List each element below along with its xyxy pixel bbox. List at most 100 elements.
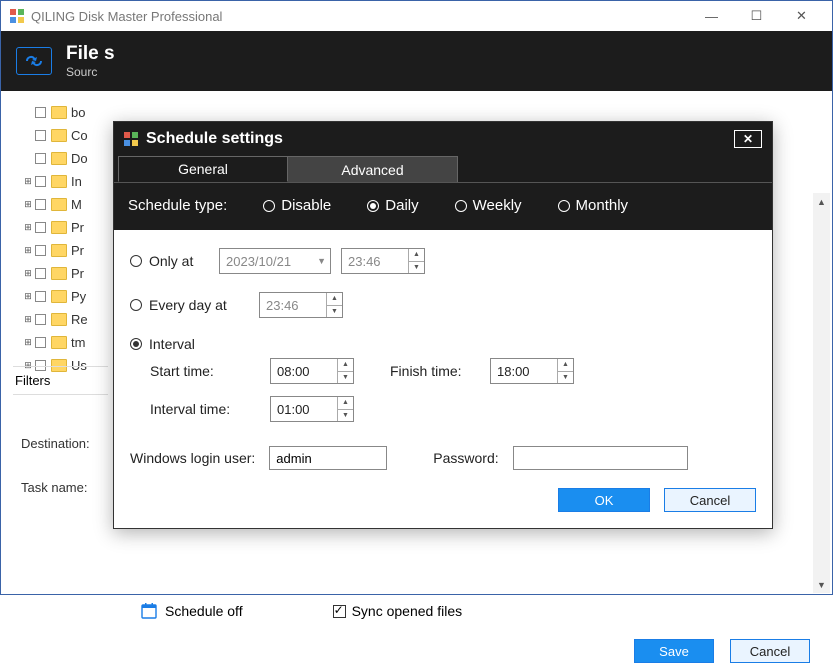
finish-time-spinner[interactable]: 18:00▲▼ [490,358,574,384]
cancel-button[interactable]: Cancel [730,639,810,663]
expand-icon[interactable]: ⊞ [21,268,35,279]
tree-checkbox[interactable] [35,314,46,325]
tree-item-label: tm [71,335,85,350]
app-title: QILING Disk Master Professional [31,9,689,24]
only-at-date-combo[interactable]: 2023/10/21▼ [219,248,331,274]
tree-checkbox[interactable] [35,107,46,118]
tree-checkbox[interactable] [35,245,46,256]
folder-icon [51,290,67,303]
maximize-button[interactable]: ☐ [734,1,779,31]
tree-item[interactable]: Do [21,147,111,170]
tree-checkbox[interactable] [35,130,46,141]
header-title: File s [66,43,115,65]
minimize-button[interactable]: — [689,1,734,31]
option-interval[interactable]: Interval [130,336,756,352]
tree-item[interactable]: ⊞ Re [21,308,111,331]
folder-icon [51,129,67,142]
task-name-label: Task name: [21,465,90,509]
schedule-type-label: Schedule type: [128,197,227,214]
expand-icon[interactable]: ⊞ [21,337,35,348]
tree-item[interactable]: ⊞ Pr [21,239,111,262]
main-body: boCoDo⊞In⊞M⊞Pr⊞Pr⊞Pr⊞Py⊞Re⊞tm⊞Us Filters… [1,91,832,594]
tab-general[interactable]: General [118,156,288,182]
main-titlebar: QILING Disk Master Professional — ☐ ✕ [1,1,832,31]
folder-icon [51,106,67,119]
radio-monthly[interactable]: Monthly [558,197,629,214]
radio-daily[interactable]: Daily [367,197,418,214]
scroll-up-icon[interactable]: ▲ [813,193,830,210]
dialog-title: Schedule settings [146,130,283,148]
password-label: Password: [433,450,498,466]
scrollbar[interactable]: ▲ ▼ [813,193,830,593]
schedule-type-row: Schedule type: Disable Daily Weekly Mont… [114,183,772,230]
expand-icon[interactable]: ⊞ [21,199,35,210]
expand-icon[interactable]: ⊞ [21,222,35,233]
main-buttons: Save Cancel [634,639,810,663]
tree-item[interactable]: ⊞M [21,193,111,216]
folder-icon [51,198,67,211]
tree-item-label: In [71,174,82,189]
filters-section[interactable]: Filters [13,366,108,395]
interval-grid: Start time: 08:00▲▼ Finish time: 18:00▲▼… [130,358,756,422]
dialog-tabs: General Advanced [114,156,772,183]
expand-icon[interactable]: ⊞ [21,245,35,256]
tree-item[interactable]: ⊞ In [21,170,111,193]
expand-icon[interactable]: ⊞ [21,291,35,302]
tree-checkbox[interactable] [35,176,46,187]
save-button[interactable]: Save [634,639,714,663]
tree-item[interactable]: ⊞ Pr [21,262,111,285]
dialog-titlebar: Schedule settings ✕ [114,122,772,156]
dialog-cancel-button[interactable]: Cancel [664,488,756,512]
schedule-off-link[interactable]: Schedule off [165,603,243,619]
dialog-close-button[interactable]: ✕ [734,130,762,148]
interval-label: Interval [149,336,259,352]
main-window: QILING Disk Master Professional — ☐ ✕ Fi… [0,0,833,595]
sync-opened-checkbox[interactable] [333,605,346,618]
folder-icon [51,336,67,349]
tree-item[interactable]: ⊞ Pr [21,216,111,239]
option-every-day[interactable]: Every day at 23:46▲▼ [130,292,756,318]
tree-checkbox[interactable] [35,337,46,348]
tree-item-label: Py [71,289,86,304]
only-at-time-spinner[interactable]: 23:46▲▼ [341,248,425,274]
tree-checkbox[interactable] [35,199,46,210]
login-user-input[interactable] [269,446,387,470]
tree-item[interactable]: ⊞ tm [21,331,111,354]
tree-item-label: Pr [71,266,84,281]
radio-disable[interactable]: Disable [263,197,331,214]
tab-advanced[interactable]: Advanced [288,156,458,182]
every-day-time-spinner[interactable]: 23:46▲▼ [259,292,343,318]
tree-checkbox[interactable] [35,268,46,279]
expand-icon[interactable]: ⊞ [21,176,35,187]
close-button[interactable]: ✕ [779,1,824,31]
folder-tree[interactable]: boCoDo⊞In⊞M⊞Pr⊞Pr⊞Pr⊞Py⊞Re⊞tm⊞Us [21,101,111,377]
tree-checkbox[interactable] [35,291,46,302]
form-rows: Destination: Task name: [21,421,90,509]
tree-checkbox[interactable] [35,222,46,233]
tree-item[interactable]: ⊞ Py [21,285,111,308]
scroll-down-icon[interactable]: ▼ [813,576,830,593]
expand-icon[interactable]: ⊞ [21,314,35,325]
bottom-bar: Schedule off Sync opened files [1,591,832,631]
option-only-at[interactable]: Only at 2023/10/21▼ 23:46▲▼ [130,248,756,274]
folder-icon [51,313,67,326]
tree-checkbox[interactable] [35,153,46,164]
radio-weekly[interactable]: Weekly [455,197,522,214]
tree-item[interactable]: bo [21,101,111,124]
folder-icon [51,267,67,280]
password-input[interactable] [513,446,688,470]
tree-item-label: bo [71,105,85,120]
destination-label: Destination: [21,421,90,465]
sync-icon [16,47,52,75]
tree-item[interactable]: Co [21,124,111,147]
only-at-label: Only at [149,253,219,269]
tree-item-label: Co [71,128,88,143]
tree-item-label: Pr [71,243,84,258]
folder-icon [51,175,67,188]
tree-item-label: M [71,197,82,212]
interval-time-spinner[interactable]: 01:00▲▼ [270,396,354,422]
tree-item-label: Pr [71,220,84,235]
tree-item-label: Re [71,312,88,327]
start-time-spinner[interactable]: 08:00▲▼ [270,358,354,384]
ok-button[interactable]: OK [558,488,650,512]
